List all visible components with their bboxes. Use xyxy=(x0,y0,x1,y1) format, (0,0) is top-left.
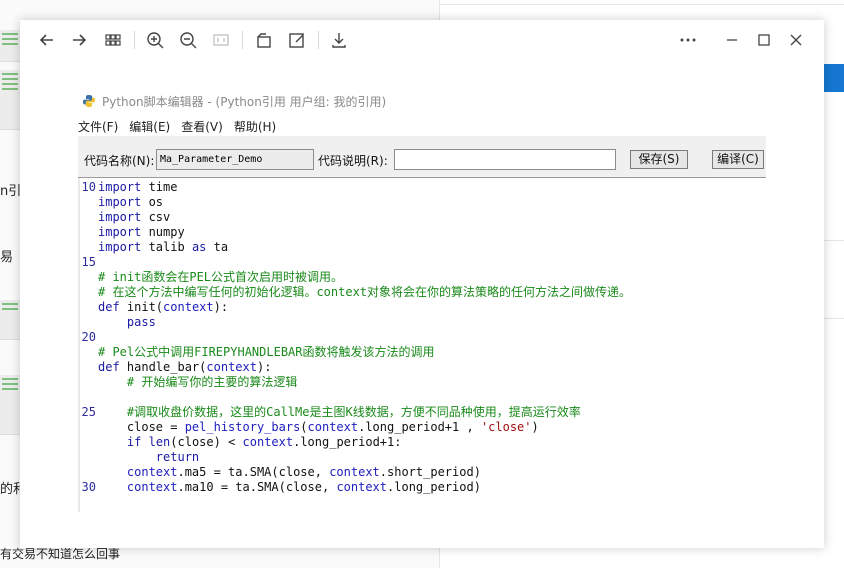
image-viewer-window: Python脚本编辑器 - (Python引用 用户组: 我的引用) 文件(F)… xyxy=(20,20,824,548)
menu-edit[interactable]: 编辑(E) xyxy=(129,120,170,134)
line-number: 30 xyxy=(81,480,96,494)
zoom-out-icon[interactable] xyxy=(177,29,199,51)
toolbar-separator xyxy=(318,31,319,49)
close-icon[interactable] xyxy=(785,29,807,51)
toolbar-separator xyxy=(134,31,135,49)
download-icon[interactable] xyxy=(328,29,350,51)
background-divider xyxy=(824,240,844,241)
grid-icon[interactable] xyxy=(102,29,124,51)
toolbar-separator xyxy=(242,31,243,49)
editor-title: Python脚本编辑器 - (Python引用 用户组: 我的引用) xyxy=(82,92,386,112)
edit-icon[interactable] xyxy=(286,29,308,51)
back-arrow-icon[interactable] xyxy=(36,29,58,51)
code-area[interactable]: 10 import time import os import csv impor… xyxy=(78,178,768,512)
maximize-icon[interactable] xyxy=(753,29,775,51)
code-desc-input[interactable] xyxy=(394,149,616,170)
menu-help[interactable]: 帮助(H) xyxy=(234,120,276,134)
code-name-input[interactable]: Ma_Parameter_Demo xyxy=(156,149,314,170)
background-snippet: n引 xyxy=(0,184,22,199)
save-button[interactable]: 保存(S) xyxy=(630,150,688,169)
background-divider xyxy=(824,318,844,319)
menu-view[interactable]: 查看(V) xyxy=(181,120,223,134)
editor-title-text: Python脚本编辑器 - (Python引用 用户组: 我的引用) xyxy=(102,95,387,109)
more-icon[interactable] xyxy=(677,29,699,51)
compile-button[interactable]: 编译(C) xyxy=(712,150,764,169)
menu-file[interactable]: 文件(F) xyxy=(78,120,118,134)
line-number: 20 xyxy=(81,330,96,344)
line-number: 25 xyxy=(81,405,96,419)
editor-form-bar: 代码名称(N): Ma_Parameter_Demo 代码说明(R): 保存(S… xyxy=(78,136,766,178)
line-number: 10 xyxy=(81,180,96,194)
python-logo-icon xyxy=(83,95,95,107)
background-snippet: 易 xyxy=(0,250,14,265)
fit-page-icon[interactable] xyxy=(210,29,232,51)
background-thumbnail xyxy=(0,30,20,62)
editor-menu-bar: 文件(F) 编辑(E) 查看(V) 帮助(H) xyxy=(78,118,287,136)
python-editor-image: Python脚本编辑器 - (Python引用 用户组: 我的引用) 文件(F)… xyxy=(78,90,768,512)
line-number: 15 xyxy=(81,255,96,269)
background-divider xyxy=(440,4,844,5)
background-blue-tab xyxy=(824,64,844,92)
rotate-icon[interactable] xyxy=(253,29,275,51)
forward-arrow-icon[interactable] xyxy=(68,29,90,51)
background-thumbnail xyxy=(0,300,20,340)
background-thumbnail xyxy=(0,70,20,130)
minimize-icon[interactable] xyxy=(721,29,743,51)
code-desc-label: 代码说明(R): xyxy=(318,154,388,168)
zoom-in-icon[interactable] xyxy=(144,29,166,51)
viewer-toolbar xyxy=(20,20,824,60)
code-name-label: 代码名称(N): xyxy=(84,154,155,168)
background-thumbnail xyxy=(0,375,20,435)
